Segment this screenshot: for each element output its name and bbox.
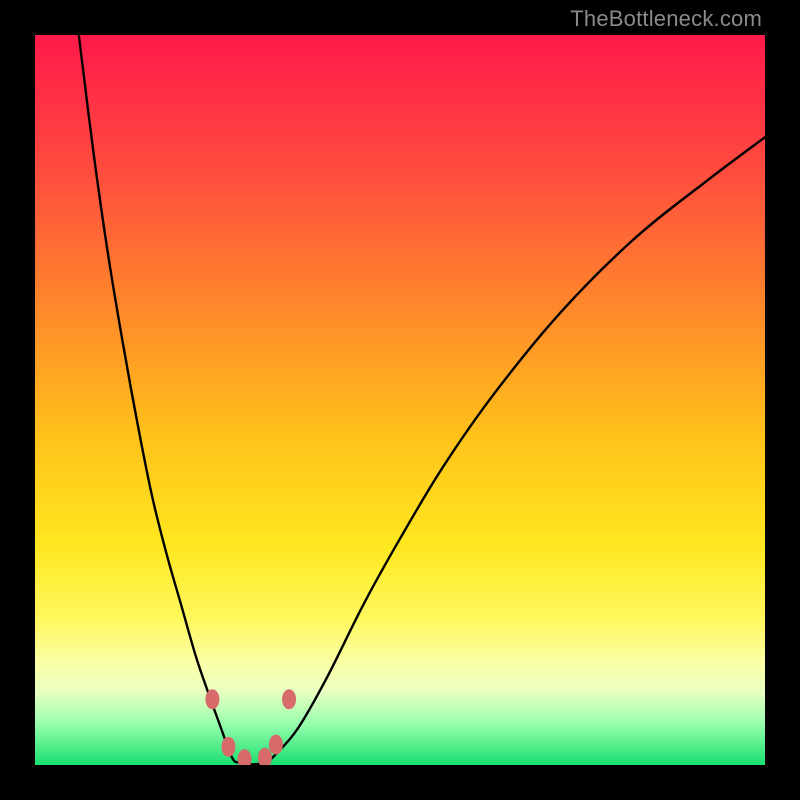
- valley-marker: [269, 735, 283, 755]
- valley-marker: [282, 689, 296, 709]
- valley-marker: [221, 737, 235, 757]
- valley-marker: [258, 748, 272, 765]
- valley-marker: [205, 689, 219, 709]
- plot-area: [35, 35, 765, 765]
- bottleneck-curve: [79, 35, 765, 764]
- valley-marker: [238, 749, 252, 765]
- watermark-text: TheBottleneck.com: [570, 6, 762, 32]
- valley-markers-group: [205, 689, 296, 765]
- chart-frame: TheBottleneck.com: [0, 0, 800, 800]
- curve-layer: [35, 35, 765, 765]
